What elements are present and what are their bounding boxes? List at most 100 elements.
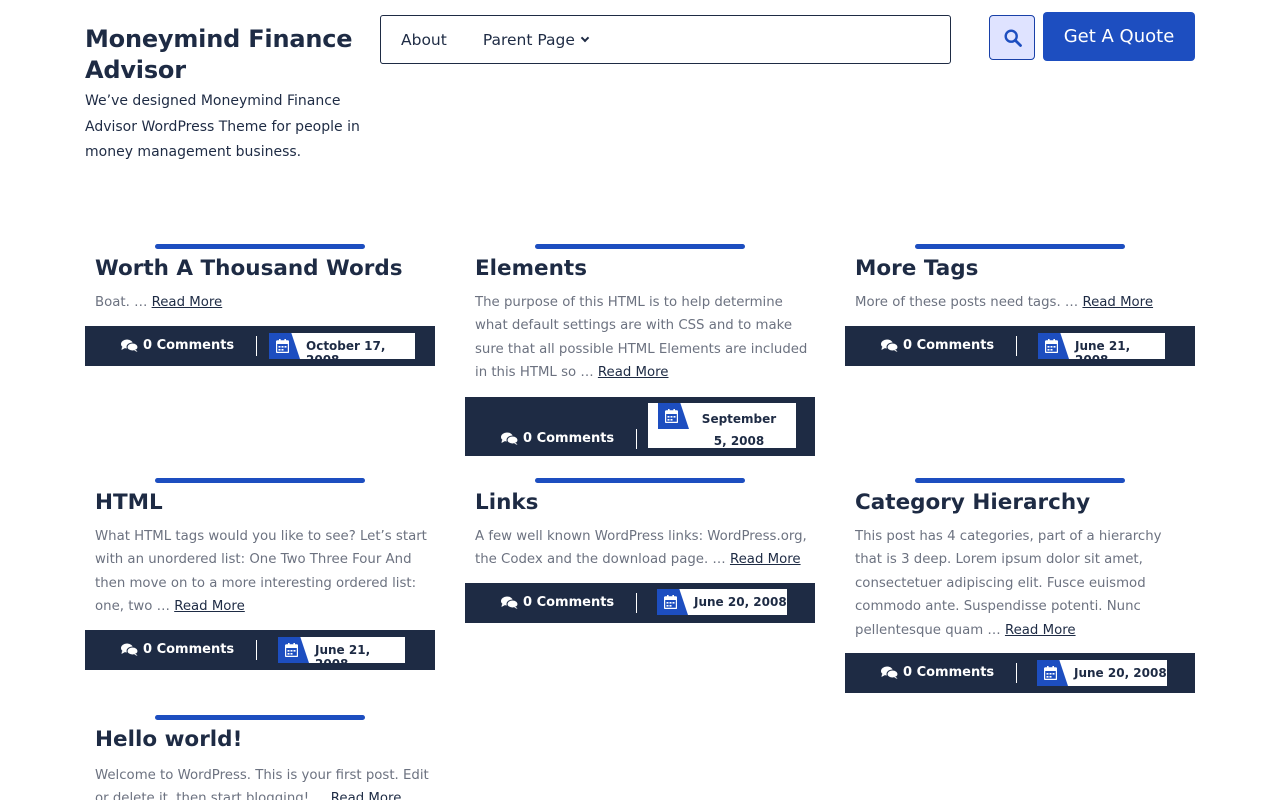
- post-title[interactable]: Elements: [475, 256, 587, 281]
- read-more-link[interactable]: Read More: [152, 295, 223, 310]
- comments-link[interactable]: 0 Comments: [121, 338, 234, 353]
- post-date-text[interactable]: June 21, 2008: [315, 643, 405, 671]
- post-excerpt: More of these posts need tags. … Read Mo…: [855, 291, 1190, 314]
- comments-count: 0 Comments: [903, 338, 995, 353]
- post-meta-bar: 0 Comments June 20, 2008: [845, 653, 1195, 693]
- post-card: Hello world! Welcome to WordPress. This …: [85, 715, 435, 800]
- read-more-link[interactable]: Read More: [598, 365, 669, 380]
- excerpt-text: Boat. …: [95, 295, 148, 310]
- post-title[interactable]: Category Hierarchy: [855, 490, 1090, 515]
- post-date: June 20, 2008: [657, 589, 787, 615]
- read-more-link[interactable]: Read More: [730, 552, 801, 567]
- post-card: More Tags More of these posts need tags.…: [845, 244, 1195, 367]
- card-accent-bar: [915, 478, 1125, 483]
- post-meta-bar: 0 Comments September 5, 2008: [465, 397, 815, 456]
- meta-divider: [256, 640, 257, 660]
- excerpt-text: More of these posts need tags. …: [855, 295, 1079, 310]
- excerpt-text: What HTML tags would you like to see? Le…: [95, 529, 427, 615]
- calendar-icon: [285, 643, 298, 657]
- comments-count: 0 Comments: [523, 595, 615, 610]
- calendar-icon: [1044, 666, 1057, 680]
- post-meta-bar: 0 Comments June 21, 2008: [845, 326, 1195, 367]
- date-icon-badge: [1038, 333, 1069, 359]
- site-description: We’ve designed Moneymind Finance Advisor…: [85, 93, 360, 160]
- search-button[interactable]: [989, 15, 1035, 60]
- post-card: HTML What HTML tags would you like to se…: [85, 478, 435, 671]
- post-excerpt: The purpose of this HTML is to help dete…: [475, 291, 810, 385]
- comments-icon: [881, 666, 898, 679]
- post-date-text[interactable]: June 20, 2008: [1074, 666, 1167, 680]
- comments-count: 0 Comments: [143, 642, 235, 657]
- site-title[interactable]: Moneymind Finance Advisor: [85, 24, 375, 86]
- calendar-icon: [665, 409, 678, 423]
- post-excerpt: What HTML tags would you like to see? Le…: [95, 525, 430, 619]
- date-icon-badge: [658, 403, 689, 429]
- comments-icon: [501, 596, 518, 609]
- card-accent-bar: [915, 244, 1125, 249]
- post-date-text[interactable]: October 17, 2008: [306, 339, 415, 367]
- post-date: June 21, 2008: [278, 637, 405, 671]
- calendar-icon: [664, 595, 677, 609]
- excerpt-text: This post has 4 categories, part of a hi…: [855, 529, 1162, 638]
- comments-link[interactable]: 0 Comments: [121, 642, 234, 657]
- post-title[interactable]: Worth A Thousand Words: [95, 256, 403, 281]
- comments-link[interactable]: 0 Comments: [881, 338, 994, 353]
- date-icon-badge: [269, 333, 300, 359]
- card-accent-bar: [155, 244, 365, 249]
- read-more-link[interactable]: Read More: [174, 599, 245, 614]
- comments-link[interactable]: 0 Comments: [881, 665, 994, 680]
- card-accent-bar: [535, 244, 745, 249]
- post-excerpt: Welcome to WordPress. This is your first…: [95, 764, 430, 800]
- nav-item-label: Parent Page: [482, 30, 575, 49]
- post-card: Category Hierarchy This post has 4 categ…: [845, 478, 1195, 693]
- meta-divider: [1016, 336, 1017, 356]
- comments-icon: [121, 339, 138, 352]
- post-excerpt: A few well known WordPress links: WordPr…: [475, 525, 810, 572]
- get-quote-button[interactable]: Get A Quote: [1043, 12, 1195, 61]
- post-date: September 5, 2008: [648, 403, 796, 448]
- comments-link[interactable]: 0 Comments: [501, 595, 614, 610]
- post-date: June 20, 2008: [1037, 660, 1167, 686]
- calendar-icon: [1045, 339, 1058, 353]
- post-date: October 17, 2008: [269, 333, 415, 367]
- post-date-text[interactable]: September 5, 2008: [694, 408, 784, 452]
- calendar-icon: [276, 339, 289, 353]
- post-date-text[interactable]: June 21, 2008: [1075, 339, 1165, 367]
- comments-count: 0 Comments: [523, 431, 615, 446]
- date-icon-badge: [657, 589, 688, 615]
- post-date-text[interactable]: June 20, 2008: [694, 595, 787, 609]
- post-card: Worth A Thousand Words Boat. … Read More…: [85, 244, 435, 367]
- post-title[interactable]: Links: [475, 490, 538, 515]
- comments-count: 0 Comments: [143, 338, 235, 353]
- comments-link[interactable]: 0 Comments: [501, 431, 614, 446]
- post-card: Links A few well known WordPress links: …: [465, 478, 815, 623]
- post-date: June 21, 2008: [1038, 333, 1165, 367]
- post-title[interactable]: HTML: [95, 490, 163, 515]
- meta-divider: [636, 593, 637, 613]
- date-icon-badge: [1037, 660, 1068, 686]
- card-accent-bar: [535, 478, 745, 483]
- comments-count: 0 Comments: [903, 665, 995, 680]
- chevron-down-icon: [580, 33, 590, 42]
- meta-divider: [1016, 663, 1017, 683]
- date-icon-badge: [278, 637, 309, 663]
- search-icon: [1004, 29, 1022, 47]
- post-meta-bar: 0 Comments June 20, 2008: [465, 583, 815, 623]
- post-title[interactable]: More Tags: [855, 256, 978, 281]
- main-nav: About Parent Page: [380, 15, 951, 64]
- read-more-link[interactable]: Read More: [331, 791, 402, 800]
- post-card: Elements The purpose of this HTML is to …: [465, 244, 815, 456]
- comments-icon: [501, 432, 518, 445]
- card-accent-bar: [155, 478, 365, 483]
- nav-item-label: About: [401, 30, 447, 49]
- post-title[interactable]: Hello world!: [95, 727, 242, 752]
- meta-divider: [256, 336, 257, 356]
- comments-icon: [121, 643, 138, 656]
- comments-icon: [881, 339, 898, 352]
- nav-item-about[interactable]: About: [401, 31, 447, 49]
- meta-divider: [636, 429, 637, 449]
- post-meta-bar: 0 Comments June 21, 2008: [85, 630, 435, 671]
- nav-item-parent-page[interactable]: Parent Page: [482, 30, 590, 49]
- read-more-link[interactable]: Read More: [1082, 295, 1153, 310]
- read-more-link[interactable]: Read More: [1005, 623, 1076, 638]
